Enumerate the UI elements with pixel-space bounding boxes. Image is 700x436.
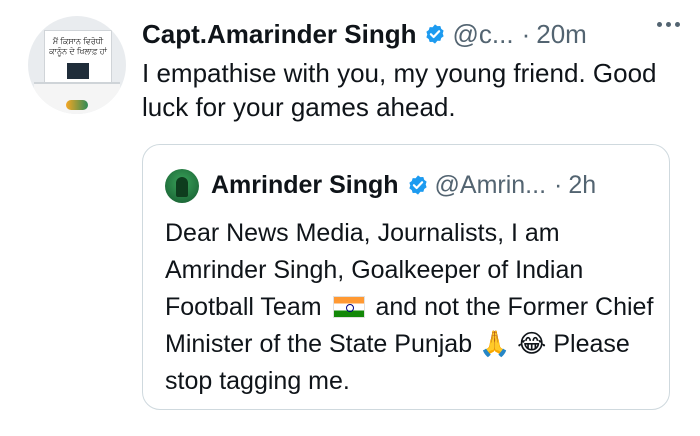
author-handle[interactable]: @c... [452, 19, 513, 50]
more-dot [657, 22, 662, 27]
header-separator: · [521, 18, 531, 49]
tweet-header: Capt.Amarinder Singh @c... · 20m [142, 16, 587, 52]
header-separator: · [554, 170, 563, 199]
quoted-tweet-text: Dear News Media, Journalists, I am Amrin… [165, 215, 661, 400]
verified-badge-icon [407, 174, 429, 196]
avatar-logo [66, 100, 88, 110]
author-name[interactable]: Capt.Amarinder Singh [142, 19, 416, 50]
avatar-poster-graphic [67, 63, 89, 79]
quoted-author-handle[interactable]: @Amrin... [435, 171, 547, 200]
verified-badge-icon [424, 23, 446, 45]
more-dot [666, 22, 671, 27]
tweet-text: I empathise with you, my young friend. G… [142, 58, 657, 122]
quoted-tweet-header: Amrinder Singh @Amrin... · 2h [211, 167, 596, 203]
quoted-tweet-timestamp[interactable]: 2h [568, 171, 596, 200]
quoted-author-name[interactable]: Amrinder Singh [211, 171, 399, 200]
avatar-figure [176, 177, 188, 197]
tweet-timestamp[interactable]: 20m [536, 19, 587, 50]
quoted-author-avatar[interactable] [165, 169, 199, 203]
avatar-poster: ਮੈਂ ਕਿਸਾਨ ਵਿਰੋਧੀ ਕਾਨੂੰਨ ਦੇ ਖਿਲਾਫ਼ ਹਾਂ [44, 30, 112, 84]
more-options-icon[interactable] [657, 22, 680, 27]
more-dot [675, 22, 680, 27]
tears-of-joy-emoji-icon: 😂 [517, 330, 547, 358]
folded-hands-emoji-icon: 🙏 [479, 330, 511, 358]
quoted-tweet-card[interactable]: Amrinder Singh @Amrin... · 2h Dear News … [142, 144, 670, 410]
tweet-avatar[interactable]: ਮੈਂ ਕਿਸਾਨ ਵਿਰੋਧੀ ਕਾਨੂੰਨ ਦੇ ਖਿਲਾਫ਼ ਹਾਂ [28, 16, 126, 114]
avatar-poster-text: ਮੈਂ ਕਿਸਾਨ ਵਿਰੋਧੀ ਕਾਨੂੰਨ ਦੇ ਖਿਲਾਫ਼ ਹਾਂ [49, 37, 107, 56]
india-flag-icon [332, 296, 365, 318]
